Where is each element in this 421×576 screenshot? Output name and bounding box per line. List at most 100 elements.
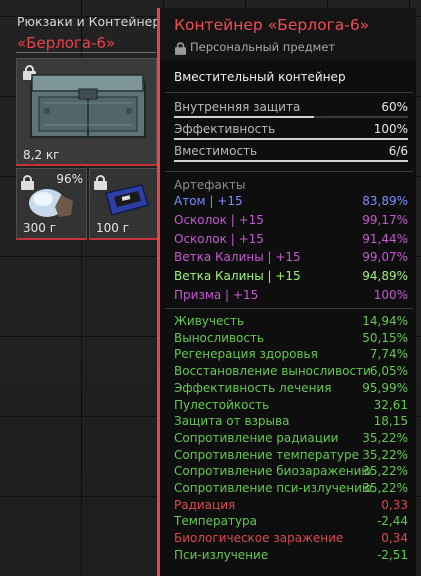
stat-label: Сопротивление пси-излучению — [174, 481, 373, 495]
container-slot[interactable]: 8,2 кг — [16, 58, 157, 166]
personal-item-label: Персональный предмет — [190, 40, 336, 54]
stat-row: Температура -2,44 — [174, 514, 408, 530]
stat-value: 0,34 — [381, 531, 408, 546]
stat-label: Биологическое заражение — [174, 531, 344, 546]
battery-slot[interactable]: 100 г — [89, 168, 160, 240]
game-ui: { "inventory": { "title": "Рюкзаки и Кон… — [0, 0, 421, 576]
item-weight: 100 г — [96, 221, 130, 235]
stat-row: Восстановление выносливости 6,05% — [174, 364, 408, 380]
artifact-condition: 99,17% — [362, 212, 408, 227]
stat-label: Радиация — [174, 497, 236, 512]
item-weight: 300 г — [23, 221, 57, 235]
property-label: Внутренняя защита — [174, 100, 301, 114]
stat-row: Радиация 0,33 — [174, 498, 408, 514]
stat-value: 35,22% — [362, 481, 408, 495]
artifact-row: Призма | +15 100% — [174, 288, 408, 304]
stat-row: Живучесть 14,94% — [174, 314, 408, 330]
container-image — [30, 74, 146, 138]
tooltip-header: Контейнер «Берлога-6» Персональный предм… — [160, 8, 416, 60]
stat-label: Сопротивление биозаражению — [174, 464, 372, 479]
stat-label: Температура — [174, 514, 258, 529]
artifact-name: Осколок | +15 — [174, 231, 264, 246]
divider — [165, 308, 413, 309]
property-bar-fill — [174, 160, 408, 162]
artifact-image — [29, 189, 73, 217]
inventory-panel: Рюкзаки и Контейнеры «Берлога-6» 8,2 кг … — [10, 8, 170, 240]
property-row: Внутренняя защита 60% — [174, 98, 408, 120]
stat-row: Сопротивление температуре 35,22% — [174, 448, 408, 464]
stat-label: Защита от взрыва — [174, 414, 290, 429]
battery-image — [105, 184, 149, 216]
stat-label: Эффективность лечения — [174, 380, 332, 395]
property-value: 6/6 — [388, 144, 408, 158]
item-title: Контейнер «Берлога-6» — [174, 16, 370, 34]
stat-value: -2,51 — [376, 547, 408, 562]
artifact-slot[interactable]: 96% 300 г — [16, 168, 87, 240]
stat-label: Регенерация здоровья — [174, 347, 318, 362]
artifact-name: Атом | +15 — [174, 194, 243, 208]
artifact-row: Ветка Калины | +15 99,07% — [174, 250, 408, 266]
stat-row: Сопротивление пси-излучению 35,22% — [174, 481, 408, 497]
stat-row: Эффективность лечения 95,99% — [174, 381, 408, 397]
artifact-condition: 100% — [373, 288, 408, 302]
artifact-condition: 91,44% — [362, 231, 408, 246]
divider — [16, 52, 156, 53]
stat-value: 35,22% — [362, 464, 408, 479]
item-tooltip: Контейнер «Берлога-6» Персональный предм… — [157, 8, 416, 576]
artifact-name: Осколок | +15 — [174, 212, 264, 227]
stat-value: 0,33 — [381, 497, 408, 512]
property-label: Вместимость — [174, 144, 258, 158]
stat-value: 32,61 — [373, 397, 408, 412]
property-bar — [174, 116, 408, 118]
property-bar — [174, 138, 408, 140]
artifacts-heading: Артефакты — [174, 178, 246, 192]
inventory-subtitle: «Берлога-6» — [17, 34, 116, 52]
inventory-title: Рюкзаки и Контейнеры — [17, 14, 171, 29]
artifact-name: Ветка Калины | +15 — [174, 269, 301, 284]
stat-label: Восстановление выносливости — [174, 364, 371, 379]
artifact-condition: 94,89% — [362, 269, 408, 284]
stat-row: Пулестойкость 32,61 — [174, 398, 408, 414]
stat-value: 50,15% — [362, 330, 408, 345]
stat-row: Биологическое заражение 0,34 — [174, 531, 408, 547]
artifact-row: Осколок | +15 91,44% — [174, 232, 408, 248]
property-bar — [174, 160, 408, 162]
divider — [165, 171, 413, 172]
artifact-row: Ветка Калины | +15 94,89% — [174, 269, 408, 285]
stat-value: 18,15 — [373, 414, 408, 429]
property-row: Вместимость 6/6 — [174, 142, 408, 164]
stat-value: 35,22% — [362, 430, 408, 445]
property-bar-fill — [174, 116, 315, 118]
stat-row: Сопротивление радиации 35,22% — [174, 431, 408, 447]
artifact-row: Атом | +15 83,89% — [174, 194, 408, 210]
artifact-row: Осколок | +15 99,17% — [174, 213, 408, 229]
stat-value: 95,99% — [362, 380, 408, 395]
stat-row: Регенерация здоровья 7,74% — [174, 347, 408, 363]
item-type: Вместительный контейнер — [174, 70, 346, 84]
artifact-condition: 99,07% — [362, 250, 408, 265]
stat-row: Пси-излучение -2,51 — [174, 548, 408, 564]
property-row: Эффективность 100% — [174, 120, 408, 142]
stat-value: -2,44 — [376, 514, 408, 529]
artifact-condition: 83,89% — [362, 194, 408, 208]
property-bar-fill — [174, 138, 408, 140]
property-label: Эффективность — [174, 122, 276, 136]
stat-label: Пулестойкость — [174, 397, 270, 412]
stat-label: Пси-излучение — [174, 547, 269, 562]
stat-row: Выносливость 50,15% — [174, 331, 408, 347]
stat-label: Сопротивление температуре — [174, 447, 359, 462]
property-value: 100% — [373, 122, 408, 136]
artifact-name: Ветка Калины | +15 — [174, 250, 301, 265]
stat-row: Сопротивление биозаражению 35,22% — [174, 464, 408, 480]
stat-value: 35,22% — [362, 447, 408, 462]
stat-value: 14,94% — [362, 314, 408, 328]
stat-label: Сопротивление радиации — [174, 430, 339, 445]
property-value: 60% — [381, 100, 408, 114]
stat-label: Живучесть — [174, 314, 245, 328]
stat-value: 6,05% — [369, 364, 408, 379]
container-weight: 8,2 кг — [23, 148, 60, 162]
stat-value: 7,74% — [369, 347, 408, 362]
lock-icon — [174, 42, 187, 55]
stat-row: Защита от взрыва 18,15 — [174, 414, 408, 430]
divider — [165, 92, 413, 93]
